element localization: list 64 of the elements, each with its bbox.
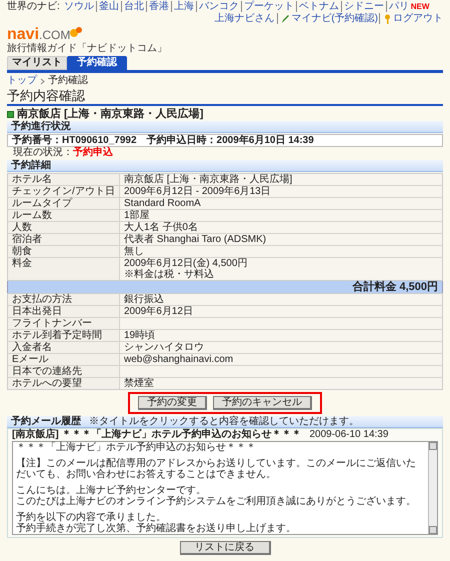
section-note: ※タイトルをクリックすると内容を確認していただけます。 <box>89 416 359 427</box>
city-link[interactable]: 釜山 <box>96 1 121 12</box>
header-link[interactable]: マイナビ(予約確認) <box>291 13 378 24</box>
pencil-icon <box>281 14 290 24</box>
city-link[interactable]: ソウル <box>62 1 96 12</box>
page-heading: 予約内容確認 <box>7 89 443 106</box>
key-icon <box>383 14 392 24</box>
action-button[interactable]: 予約の変更 <box>138 396 207 410</box>
city-link[interactable]: パリ <box>386 1 411 12</box>
mail-subject-link[interactable]: [南京飯店] ＊＊＊「上海ナビ」ホテル予約申込のお知らせ＊＊＊ <box>12 429 302 440</box>
city-link[interactable]: シドニー <box>340 1 386 12</box>
mail-text: こんにちは。上海ナビ予約センターです。 <box>16 485 207 496</box>
field-value: 19時頃 <box>124 330 156 341</box>
tab[interactable]: 予約確認 <box>67 56 127 70</box>
field-value: 禁煙室 <box>124 378 155 389</box>
section-header: 予約進行状況 <box>7 121 443 133</box>
logo-tagline: 旅行情報ガイド「ナビドットコム」 <box>7 43 168 54</box>
total-price: 合計料金 4,500円 <box>7 281 443 293</box>
tab[interactable]: マイリスト <box>7 56 67 70</box>
mail-text: ＊＊＊「上海ナビ」ホテル予約申込のお知らせ＊＊＊ <box>16 442 257 453</box>
field-value: Standard RoomA <box>124 198 202 209</box>
section-header: 予約詳細 <box>7 160 443 172</box>
field-value: 銀行振込 <box>124 294 165 305</box>
mail-text: このたびは上海ナビのオンライン予約システムをご利用頂き誠にありがとうございます。 <box>16 496 417 507</box>
breadcrumb-current: 予約確認 <box>48 75 88 87</box>
city-link[interactable]: 香港 <box>146 1 171 12</box>
city-link[interactable]: プーケット <box>240 1 296 12</box>
city-link[interactable]: 台北 <box>120 1 146 12</box>
mail-text: 予約手続きが完了し次第、予約確認書をお送り申し上げます。 <box>16 523 297 534</box>
breadcrumb-link[interactable]: トップ <box>7 75 37 87</box>
field-value: 2009年6月12日 <box>124 306 194 317</box>
city-link[interactable]: バンコク <box>196 1 241 12</box>
nav-label: 世界のナビ: <box>7 1 60 12</box>
field-value: 代表者 Shanghai Taro (ADSMK) <box>124 234 268 245</box>
new-label: NEW <box>410 1 430 12</box>
logo-mark <box>70 27 82 37</box>
field-value: 2009年6月12日 - 2009年6月13日 <box>124 186 272 197</box>
chevron-icon <box>40 78 45 84</box>
section-title: 予約メール履歴 <box>11 416 81 427</box>
reservation-date: 予約申込日時：2009年6月10日 14:39 <box>146 135 314 146</box>
hotel-title: 南京飯店 [上海・南京東路・人民広場] <box>17 108 204 120</box>
action-button[interactable]: 予約のキャンセル <box>213 396 312 410</box>
mail-date: 2009-06-10 14:39 <box>309 429 388 440</box>
field-value: 無し <box>124 246 145 257</box>
back-button[interactable]: リストに戻る <box>180 541 270 555</box>
field-value: ※料金は税・サ料込 <box>124 269 215 280</box>
field-value: web@shanghainavi.com <box>124 354 234 365</box>
mail-text: 【注】このメールは配信専用のアドレスからお送りしています。このメールにご返信いただいても、お問い合わせにお答えすることはできません。 <box>16 458 417 480</box>
field-value: 1部屋 <box>124 210 151 221</box>
reservation-number: 予約番号：HT090610_7992 <box>12 135 137 146</box>
logo-name: navi <box>7 27 40 43</box>
city-link[interactable]: 上海 <box>170 1 196 12</box>
city-link[interactable]: ベトナム <box>296 1 341 12</box>
status-label: 現在の状況： <box>13 147 73 159</box>
field-value: シャンハイタロウ <box>124 342 205 353</box>
field-value: 2009年6月12日(金) 4,500円 <box>124 258 248 269</box>
header-link[interactable]: ログアウト <box>393 13 443 24</box>
field-value: 大人1名 子供0名 <box>124 222 199 233</box>
status-value: 予約申込 <box>73 147 113 159</box>
logo-suffix: .COM <box>39 27 70 42</box>
mail-text: 予約を以下の内容で承りました。 <box>16 512 166 523</box>
user-link[interactable]: 上海ナビさん <box>212 13 276 24</box>
hotel-bullet-icon <box>7 110 14 118</box>
field-value: 南京飯店 [上海・南京東路・人民広場] <box>124 174 294 185</box>
